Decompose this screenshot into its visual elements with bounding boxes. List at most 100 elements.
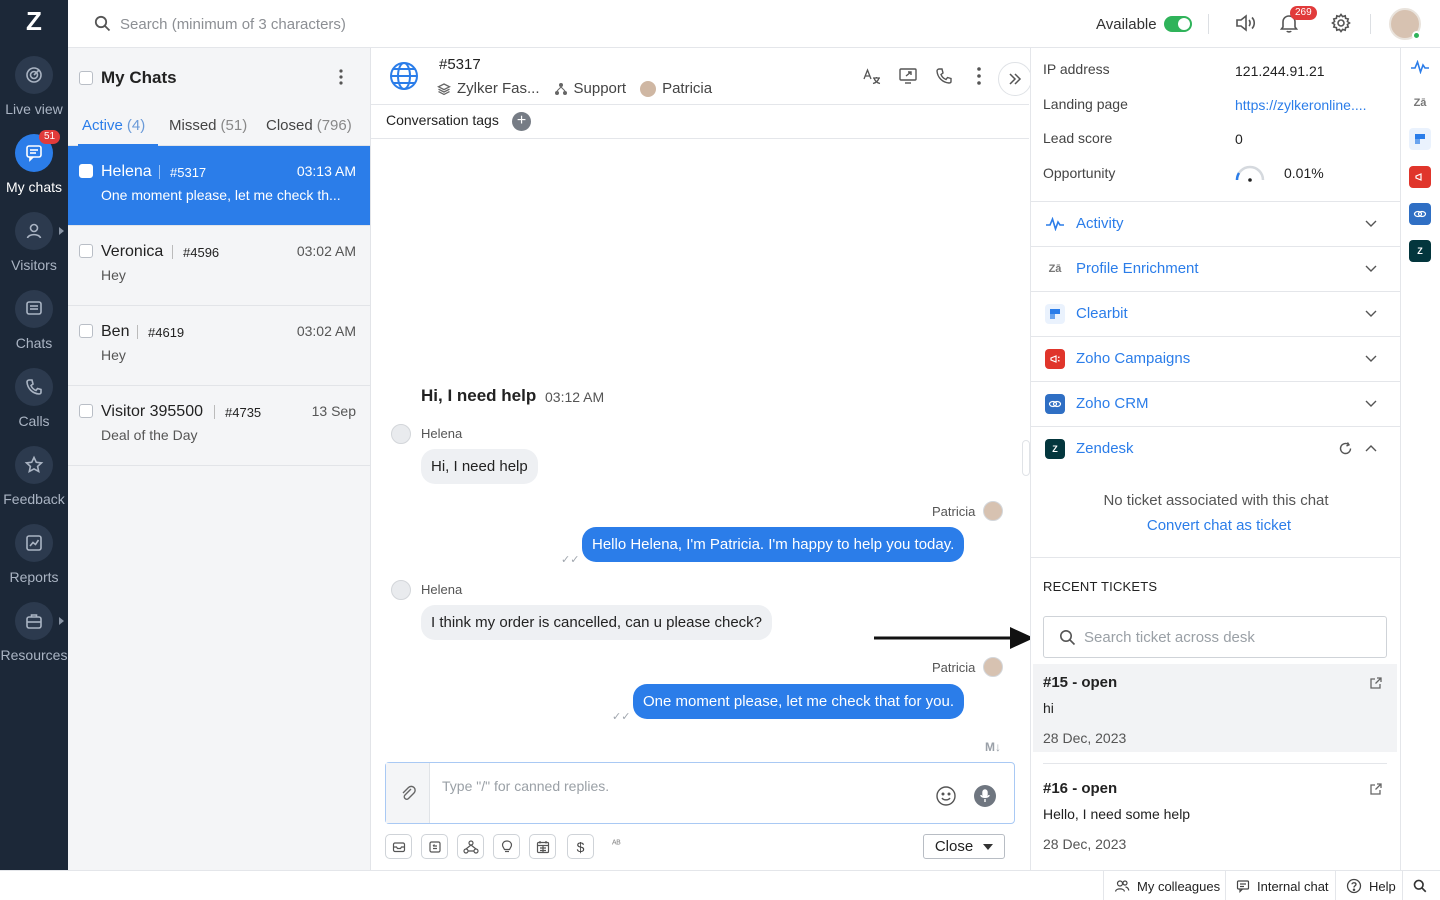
ticket-subject: hi [1043,700,1054,716]
nav-chats[interactable]: Chats [0,290,68,366]
payment-tool-button[interactable]: $ [567,834,594,859]
refresh-icon[interactable] [1338,441,1353,456]
activity-icon[interactable] [1409,56,1431,78]
screen-share-icon[interactable] [898,66,918,86]
nav-feedback[interactable]: Feedback [0,446,68,522]
calendar-tool-button[interactable] [529,834,556,859]
bottom-search-button[interactable] [1402,871,1440,900]
nav-my-chats[interactable]: 51 My chats [0,130,68,210]
chat-checkbox[interactable] [79,324,93,338]
profile-enrichment-icon[interactable]: Zā [1409,92,1431,114]
ticket-search-input[interactable] [1084,627,1374,647]
nav-reports[interactable]: Reports [0,524,68,600]
help-button[interactable]: Help [1335,871,1402,900]
panel-resize-handle[interactable] [1022,440,1030,476]
add-tag-button[interactable]: + [512,112,531,131]
chat-list-item[interactable]: Ben #4619 03:02 AM Hey [68,306,370,386]
translate-icon[interactable] [862,66,882,86]
spellcheck-icon[interactable]: ᴬᴮ [612,839,621,850]
inbox-tool-button[interactable] [385,834,412,859]
gear-icon[interactable] [1330,12,1352,34]
clearbit-icon[interactable] [1409,128,1431,150]
message-sender: Patricia [932,504,976,519]
ticket-item[interactable]: #16 - open Hello, I need some help 28 De… [1033,770,1397,858]
collapse-panel-button[interactable] [998,62,1032,96]
nav-live-view[interactable]: Live view [0,56,68,132]
routing-tool-button[interactable] [457,834,484,859]
chat-time: 03:02 AM [296,243,356,259]
read-receipt-icon: ✓✓ [561,554,580,566]
attach-button[interactable] [386,763,430,823]
chat-list-item[interactable]: Visitor 395500 #4735 13 Sep Deal of the … [68,386,370,466]
section-label: Zoho CRM [1076,395,1149,412]
info-label: Opportunity [1043,165,1116,181]
tab-missed[interactable]: Missed (51) [169,117,247,134]
nav-label: Reports [9,569,59,585]
integration-rail: Zā Z [1400,48,1440,870]
section-zoho-campaigns[interactable]: Zoho Campaigns [1031,336,1401,381]
close-chat-button[interactable]: Close [923,834,1005,859]
my-colleagues-button[interactable]: My colleagues [1103,871,1225,900]
nav-resources[interactable]: Resources [0,602,68,678]
transfer-tool-button[interactable] [421,834,448,859]
activity-icon [1045,214,1065,234]
external-link-icon[interactable] [1369,782,1383,796]
select-all-checkbox[interactable] [79,71,93,85]
tab-active[interactable]: Active (4) [82,117,145,134]
ticket-date: 28 Dec, 2023 [1043,836,1127,852]
more-options-icon[interactable] [975,66,983,86]
campaigns-icon[interactable] [1409,166,1431,188]
inbox-icon [392,841,405,852]
calendar-icon [536,840,549,853]
availability-toggle[interactable] [1164,16,1192,32]
chevron-up-icon[interactable] [1364,441,1378,455]
message-input[interactable] [442,775,922,797]
idea-tool-button[interactable] [493,834,520,859]
department-name: Support [573,80,627,97]
chat-list-item[interactable]: Helena #5317 03:13 AM One moment please,… [68,146,370,226]
chat-visitor-name: Veronica [101,243,164,260]
crm-icon[interactable] [1409,203,1431,225]
section-clearbit[interactable]: Clearbit [1031,291,1401,336]
nav-label: Chats [15,335,53,351]
markdown-icon[interactable]: M↓ [985,740,1001,754]
convert-to-ticket-link[interactable]: Convert chat as ticket [1031,517,1407,534]
chat-id: #4619 [148,325,185,340]
user-avatar[interactable] [1389,8,1421,40]
clearbit-icon [1045,304,1065,324]
internal-chat-button[interactable]: Internal chat [1225,871,1335,900]
lead-score-value: 0 [1235,131,1243,147]
chat-last-message: Hey [101,267,126,283]
message-bubble: Hi, I need help [421,449,538,484]
emoji-icon[interactable] [935,785,957,807]
microphone-button[interactable] [974,785,996,807]
chat-visitor-name: Helena [101,163,152,180]
message-sender: Patricia [932,660,976,675]
external-link-icon[interactable] [1369,676,1383,690]
radar-icon [26,67,42,83]
chat-checkbox[interactable] [79,164,93,178]
global-search-input[interactable] [120,12,520,36]
zendesk-icon[interactable]: Z [1409,240,1431,262]
speaker-icon[interactable] [1234,12,1260,34]
more-options-icon[interactable] [337,68,345,86]
chat-list-item[interactable]: Veronica #4596 03:02 AM Hey [68,226,370,306]
message-sender: Helena [421,582,463,597]
tab-closed[interactable]: Closed (796) [266,117,352,134]
nav-calls[interactable]: Calls [0,368,68,444]
section-zoho-crm[interactable]: Zoho CRM [1031,381,1401,426]
chat-checkbox[interactable] [79,404,93,418]
nav-visitors[interactable]: Visitors [0,212,68,288]
landing-page-link[interactable]: https://zylkeronline.... [1235,97,1385,113]
bottom-status-bar: My colleagues Internal chat Help [0,870,1440,900]
message-sender: Helena [421,426,463,441]
visitor-avatar [391,424,411,444]
ticket-item[interactable]: #15 - open hi 28 Dec, 2023 [1033,664,1397,752]
section-profile-enrichment[interactable]: Zā Profile Enrichment [1031,246,1401,291]
chat-checkbox[interactable] [79,244,93,258]
section-label[interactable]: Zendesk [1076,440,1134,457]
people-icon [1114,880,1130,892]
phone-call-icon[interactable] [934,66,954,86]
section-activity[interactable]: Activity [1031,201,1401,246]
annotation-arrow [874,627,1034,649]
